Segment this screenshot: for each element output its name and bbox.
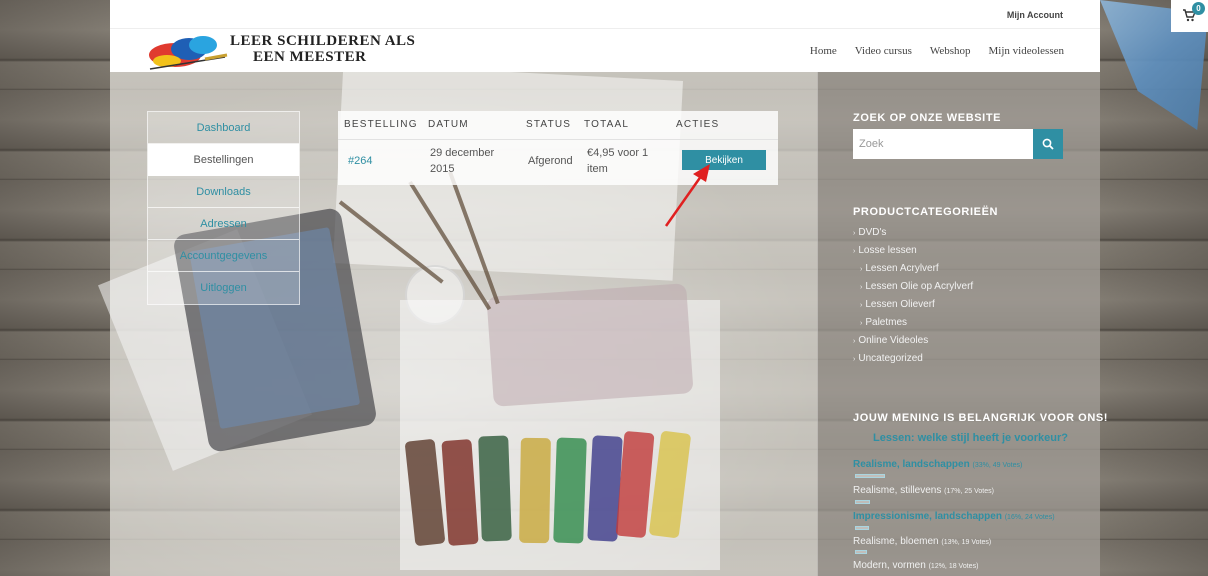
poll-result-bar	[855, 550, 867, 554]
annotation-arrow-icon	[664, 164, 710, 227]
nav-video-cursus[interactable]: Video cursus	[855, 45, 912, 57]
my-account-link[interactable]: Mijn Account	[1007, 10, 1063, 20]
category-item[interactable]: › Losse lessen	[853, 242, 973, 260]
poll-option-label: Modern, vormen	[853, 560, 926, 571]
background-paint-tube	[478, 435, 512, 542]
site-logo-icon[interactable]	[145, 31, 235, 73]
order-date-line-2: 2015	[430, 163, 455, 175]
category-item[interactable]: › Uncategorized	[853, 350, 973, 368]
chevron-right-icon: ›	[853, 248, 856, 255]
category-item[interactable]: › DVD's	[853, 224, 973, 242]
order-status: Afgerond	[528, 155, 573, 167]
poll-option[interactable]: Modern, vormen (12%, 18 Votes)	[853, 559, 978, 574]
table-header-divider	[338, 139, 778, 140]
account-nav-bestellingen[interactable]: Bestellingen	[148, 144, 299, 176]
poll-option[interactable]: Realisme, stillevens (17%, 25 Votes)	[853, 484, 994, 499]
account-nav-adressen[interactable]: Adressen	[148, 208, 299, 240]
column-header-status: STATUS	[526, 119, 572, 130]
poll-result-bar	[855, 474, 885, 478]
search-icon	[1042, 138, 1054, 150]
poll-option-meta: (33%, 49 Votes)	[972, 462, 1023, 469]
poll-option-label: Realisme, bloemen	[853, 536, 939, 547]
poll-option-meta: (17%, 25 Votes)	[944, 488, 994, 495]
category-item[interactable]: › Lessen Olieverf	[853, 296, 973, 314]
background-cloth	[486, 283, 694, 407]
account-nav-accountgegevens[interactable]: Accountgegevens	[148, 240, 299, 272]
nav-webshop[interactable]: Webshop	[930, 45, 971, 57]
chevron-right-icon: ›	[853, 230, 856, 237]
background-paint-tube	[553, 437, 587, 544]
order-total: €4,95 voor 1 item	[587, 145, 648, 177]
chevron-right-icon: ›	[860, 302, 863, 309]
chevron-right-icon: ›	[860, 320, 863, 327]
search-button[interactable]	[1033, 129, 1063, 159]
poll-option[interactable]: Realisme, bloemen (13%, 19 Votes)	[853, 535, 991, 550]
chevron-right-icon: ›	[853, 338, 856, 345]
search-widget-title: ZOEK OP ONZE WEBSITE	[853, 112, 1002, 124]
poll-result-bar	[855, 526, 869, 530]
site-header: LEER SCHILDEREN ALS EEN MEESTER Home Vid…	[110, 28, 1100, 72]
chevron-right-icon: ›	[853, 356, 856, 363]
column-header-acties: ACTIES	[676, 119, 720, 130]
categories-widget-title: PRODUCTCATEGORIEËN	[853, 206, 999, 218]
cart-button[interactable]: 0	[1171, 0, 1208, 32]
background-paint-tube	[519, 437, 551, 544]
poll-question: Lessen: welke stijl heeft je voorkeur?	[873, 432, 1069, 444]
column-header-bestelling: BESTELLING	[344, 119, 418, 130]
account-nav-uitloggen[interactable]: Uitloggen	[148, 272, 299, 304]
chevron-right-icon: ›	[860, 266, 863, 273]
order-date-line-1: 29 december	[430, 147, 495, 159]
cart-count-badge: 0	[1192, 2, 1205, 15]
poll-option-label: Realisme, landschappen	[853, 459, 970, 470]
search-input[interactable]: Zoek	[853, 129, 1033, 159]
category-item[interactable]: › Online Videoles	[853, 332, 973, 350]
poll-option-label: Realisme, stillevens	[853, 485, 942, 496]
category-item[interactable]: › Lessen Olie op Acrylverf	[853, 278, 973, 296]
category-item[interactable]: › Paletmes	[853, 314, 973, 332]
poll-option-label: Impressionisme, landschappen	[853, 511, 1002, 522]
order-total-line-2: item	[587, 163, 608, 175]
order-number-link[interactable]: #264	[348, 153, 372, 169]
nav-home[interactable]: Home	[810, 45, 837, 57]
poll-widget-title: JOUW MENING IS BELANGRIJK VOOR ONS!	[853, 412, 1109, 424]
order-date: 29 december 2015	[430, 145, 494, 177]
poll-option-meta: (13%, 19 Votes)	[941, 539, 992, 546]
column-header-datum: DATUM	[428, 119, 469, 130]
category-item[interactable]: › Lessen Acrylverf	[853, 260, 973, 278]
main-nav: Home Video cursus Webshop Mijn videoless…	[810, 45, 1064, 57]
nav-mijn-videolessen[interactable]: Mijn videolessen	[989, 45, 1064, 57]
top-bar: Mijn Account	[110, 0, 1100, 28]
poll-option-meta: (16%, 24 Votes)	[1004, 514, 1055, 521]
site-logo-text[interactable]: LEER SCHILDEREN ALS EEN MEESTER	[230, 33, 415, 65]
account-nav-dashboard[interactable]: Dashboard	[148, 112, 299, 144]
poll-option-meta: (12%, 18 Votes)	[928, 563, 979, 570]
order-total-line-1: €4,95 voor 1	[587, 147, 649, 159]
background-shade-left	[0, 0, 110, 576]
logo-line-2: EEN MEESTER	[253, 49, 367, 65]
poll-option[interactable]: Impressionisme, landschappen (16%, 24 Vo…	[853, 510, 1055, 525]
poll-option[interactable]: Realisme, landschappen (33%, 49 Votes)	[853, 458, 1022, 473]
account-navigation: Dashboard Bestellingen Downloads Adresse…	[147, 111, 300, 305]
logo-line-1: LEER SCHILDEREN ALS	[230, 33, 416, 49]
category-list: › DVD's › Losse lessen › Lessen Acrylverf ›…	[853, 224, 973, 368]
column-header-totaal: TOTAAL	[584, 119, 630, 130]
poll-result-bar	[855, 500, 870, 504]
chevron-right-icon: ›	[860, 284, 863, 291]
account-nav-downloads[interactable]: Downloads	[148, 176, 299, 208]
